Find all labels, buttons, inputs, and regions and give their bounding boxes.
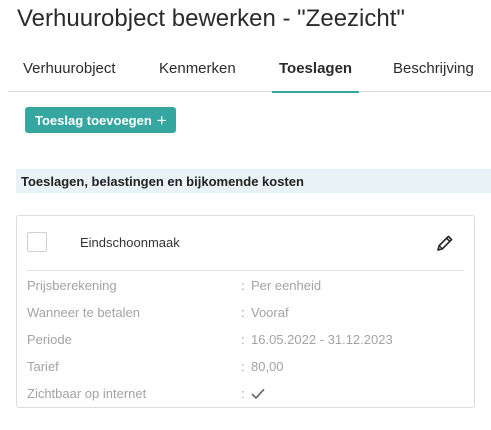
tab-bar: Verhuurobject Kenmerken Toeslagen Beschr… <box>8 56 491 93</box>
detail-value: Vooraf <box>251 305 289 320</box>
tab-verhuurobject[interactable]: Verhuurobject <box>23 56 116 92</box>
detail-value <box>251 386 265 400</box>
edit-button[interactable] <box>435 233 455 253</box>
tab-beschrijving[interactable]: Beschrijving <box>393 56 474 92</box>
section-header: Toeslagen, belastingen en bijkomende kos… <box>16 169 491 193</box>
pencil-icon <box>437 235 453 251</box>
detail-separator: : <box>241 386 245 401</box>
detail-separator: : <box>241 278 245 293</box>
detail-label: Zichtbaar op internet <box>27 386 147 401</box>
detail-separator: : <box>241 305 245 320</box>
tab-toeslagen[interactable]: Toeslagen <box>272 56 360 93</box>
detail-label: Periode <box>27 332 72 347</box>
select-checkbox[interactable] <box>27 232 47 252</box>
plus-icon: + <box>156 110 167 130</box>
page-title: Verhuurobject bewerken - "Zeezicht" <box>17 5 405 32</box>
surcharge-card: Eindschoonmaak Prijsberekening : Per een… <box>16 215 475 408</box>
add-surcharge-button[interactable]: Toeslag toevoegen + <box>25 107 176 133</box>
detail-separator: : <box>241 359 245 374</box>
add-surcharge-label: Toeslag toevoegen <box>35 112 152 128</box>
detail-label: Tarief <box>27 359 59 374</box>
detail-value: 80,00 <box>251 359 284 374</box>
detail-value: 16.05.2022 - 31.12.2023 <box>251 332 393 347</box>
detail-value: Per eenheid <box>251 278 322 293</box>
detail-label: Prijsberekening <box>27 278 117 293</box>
surcharge-name: Eindschoonmaak <box>80 235 180 250</box>
card-divider <box>27 270 464 271</box>
checkmark-icon <box>251 388 265 399</box>
tab-kenmerken[interactable]: Kenmerken <box>159 56 236 92</box>
detail-separator: : <box>241 332 245 347</box>
section-title: Toeslagen, belastingen en bijkomende kos… <box>21 173 304 189</box>
detail-label: Wanneer te betalen <box>27 305 140 320</box>
